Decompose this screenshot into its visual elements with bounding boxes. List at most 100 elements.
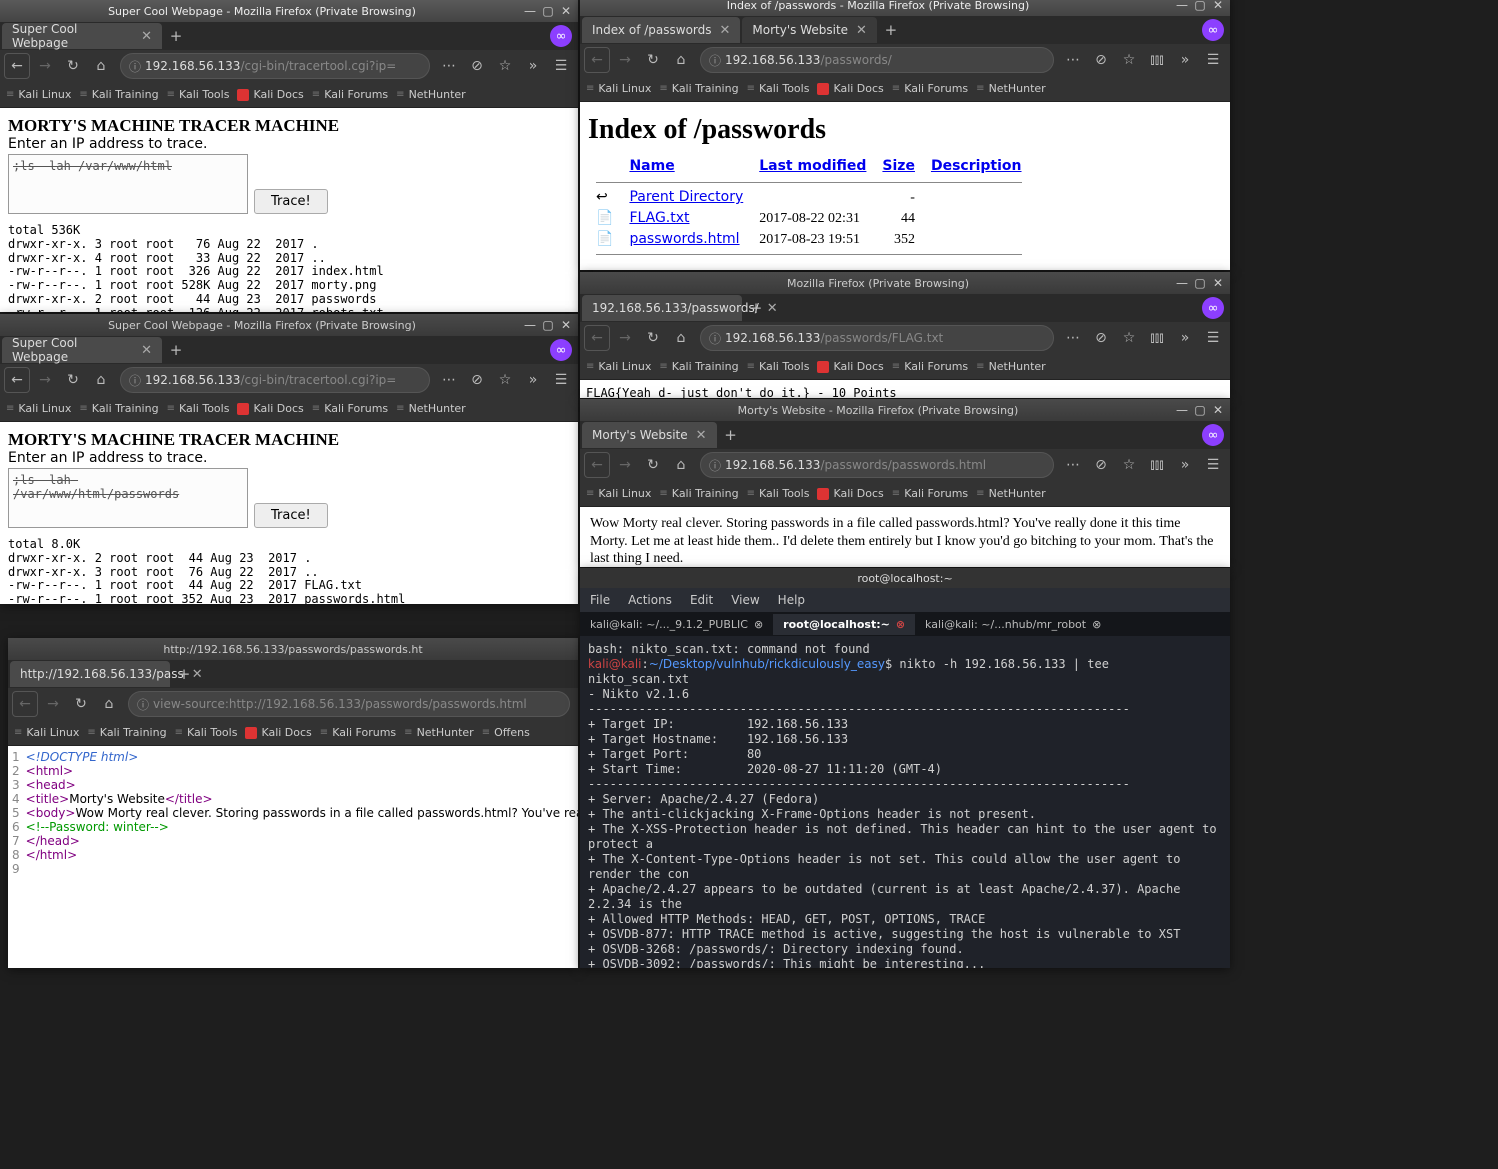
bookmark-item[interactable]: ≡Kali Forums — [892, 487, 968, 500]
bookmark-item[interactable]: Kali Docs — [237, 88, 303, 101]
back-button[interactable]: ← — [12, 691, 38, 717]
forward-button[interactable]: → — [612, 452, 638, 478]
bookmark-item[interactable]: ≡Kali Tools — [167, 402, 230, 415]
reload-button[interactable]: ↻ — [60, 367, 86, 393]
overflow-button[interactable]: » — [520, 367, 546, 393]
bookmark-item[interactable]: Kali Docs — [817, 487, 883, 500]
bookmark-item[interactable]: ≡NetHunter — [396, 88, 466, 101]
bookmark-item[interactable]: ≡Kali Forums — [312, 88, 388, 101]
bookmark-item[interactable]: ≡Kali Training — [79, 88, 158, 101]
home-button[interactable]: ⌂ — [96, 691, 122, 717]
bookmark-item[interactable]: Kali Docs — [237, 402, 303, 415]
forward-button[interactable]: → — [40, 691, 66, 717]
back-button[interactable]: ← — [584, 452, 610, 478]
url-bar[interactable]: ⓘ 192.168.56.133/cgi-bin/tracertool.cgi?… — [120, 53, 430, 79]
ip-input[interactable] — [8, 154, 248, 214]
reload-button[interactable]: ↻ — [640, 325, 666, 351]
tab-active[interactable]: http://192.168.56.133/pass✕ — [10, 661, 170, 687]
back-button[interactable]: ← — [584, 325, 610, 351]
new-tab-button[interactable]: + — [719, 423, 743, 447]
reload-button[interactable]: ↻ — [68, 691, 94, 717]
url-bar[interactable]: ⓘ 192.168.56.133/passwords/ — [700, 47, 1054, 73]
col-desc[interactable]: Description — [931, 158, 1022, 174]
menu-file[interactable]: File — [590, 593, 610, 607]
hamburger-menu-button[interactable]: ☰ — [1200, 325, 1226, 351]
maximize-button[interactable]: ▢ — [1192, 402, 1208, 418]
new-tab-button[interactable]: + — [164, 338, 188, 362]
menu-dots-icon[interactable]: ⋯ — [436, 53, 462, 79]
bookmark-item[interactable]: ≡Kali Linux — [6, 402, 71, 415]
bookmark-item[interactable]: ≡Kali Training — [659, 360, 738, 373]
bookmark-item[interactable]: ≡Offens — [482, 726, 530, 739]
titlebar[interactable]: Super Cool Webpage - Mozilla Firefox (Pr… — [0, 314, 578, 336]
bookmark-item[interactable]: ≡Kali Training — [79, 402, 158, 415]
col-size[interactable]: Size — [882, 158, 915, 174]
close-icon[interactable]: ✕ — [141, 343, 152, 358]
minimize-button[interactable]: — — [1174, 0, 1190, 13]
reload-button[interactable]: ↻ — [640, 47, 666, 73]
bookmark-star-icon[interactable]: ☆ — [1116, 47, 1142, 73]
bookmark-item[interactable]: ≡NetHunter — [404, 726, 474, 739]
hamburger-menu-button[interactable]: ☰ — [548, 53, 574, 79]
home-button[interactable]: ⌂ — [668, 325, 694, 351]
hamburger-menu-button[interactable]: ☰ — [548, 367, 574, 393]
bookmark-item[interactable]: ≡Kali Training — [87, 726, 166, 739]
file-link[interactable]: passwords.html — [629, 231, 739, 247]
close-icon[interactable]: ⊗ — [896, 618, 905, 631]
shield-icon[interactable]: ⊘ — [1088, 47, 1114, 73]
tab-morty[interactable]: Morty's Website✕ — [742, 17, 877, 43]
parent-dir-link[interactable]: Parent Directory — [629, 189, 743, 205]
library-icon[interactable]: ⫾⫾⫾ — [1144, 47, 1170, 73]
info-icon[interactable]: ⓘ — [129, 372, 141, 389]
close-icon[interactable]: ✕ — [856, 23, 867, 38]
minimize-button[interactable]: — — [1174, 402, 1190, 418]
home-button[interactable]: ⌂ — [668, 47, 694, 73]
info-icon[interactable]: ⓘ — [709, 330, 721, 347]
terminal-body[interactable]: bash: nikto_scan.txt: command not found … — [580, 636, 1230, 968]
titlebar[interactable]: Morty's Website - Mozilla Firefox (Priva… — [580, 399, 1230, 421]
forward-button[interactable]: → — [32, 367, 58, 393]
trace-button[interactable]: Trace! — [254, 189, 328, 214]
url-bar[interactable]: ⓘ view-source:http://192.168.56.133/pass… — [128, 691, 570, 717]
home-button[interactable]: ⌂ — [88, 53, 114, 79]
col-name[interactable]: Name — [629, 158, 674, 174]
bookmark-item[interactable]: ≡Kali Training — [659, 487, 738, 500]
close-icon[interactable]: ✕ — [767, 301, 778, 316]
forward-button[interactable]: → — [612, 47, 638, 73]
maximize-button[interactable]: ▢ — [540, 317, 556, 333]
file-link[interactable]: FLAG.txt — [629, 210, 689, 226]
close-icon[interactable]: ✕ — [696, 428, 707, 443]
bookmark-item[interactable]: ≡Kali Forums — [892, 360, 968, 373]
bookmark-item[interactable]: ≡NetHunter — [396, 402, 466, 415]
bookmark-item[interactable]: ≡Kali Linux — [586, 82, 651, 95]
ip-input[interactable] — [8, 468, 248, 528]
bookmark-item[interactable]: ≡Kali Linux — [586, 360, 651, 373]
menu-dots-icon[interactable]: ⋯ — [436, 367, 462, 393]
new-tab-button[interactable]: + — [744, 296, 768, 320]
tab-active[interactable]: 192.168.56.133/passwords/✕ — [582, 295, 742, 321]
tab-index[interactable]: Index of /passwords✕ — [582, 17, 740, 43]
forward-button[interactable]: → — [32, 53, 58, 79]
home-button[interactable]: ⌂ — [668, 452, 694, 478]
menu-help[interactable]: Help — [778, 593, 805, 607]
bookmark-item[interactable]: ≡Kali Tools — [167, 88, 230, 101]
home-button[interactable]: ⌂ — [88, 367, 114, 393]
col-modified[interactable]: Last modified — [759, 158, 866, 174]
tab-active[interactable]: Super Cool Webpage✕ — [2, 23, 162, 49]
shield-icon[interactable]: ⊘ — [464, 367, 490, 393]
bookmark-item[interactable]: ≡NetHunter — [976, 82, 1046, 95]
bookmark-item[interactable]: Kali Docs — [245, 726, 311, 739]
close-button[interactable]: ✕ — [1210, 275, 1226, 291]
close-button[interactable]: ✕ — [558, 3, 574, 19]
tab-active[interactable]: Super Cool Webpage✕ — [2, 337, 162, 363]
back-button[interactable]: ← — [584, 47, 610, 73]
bookmark-star-icon[interactable]: ☆ — [492, 53, 518, 79]
term-tab-2[interactable]: root@localhost:~⊗ — [773, 614, 915, 635]
maximize-button[interactable]: ▢ — [540, 3, 556, 19]
bookmark-item[interactable]: Kali Docs — [817, 360, 883, 373]
minimize-button[interactable]: — — [522, 317, 538, 333]
back-button[interactable]: ← — [4, 53, 30, 79]
minimize-button[interactable]: — — [1174, 275, 1190, 291]
hamburger-menu-button[interactable]: ☰ — [1200, 47, 1226, 73]
bookmark-item[interactable]: ≡NetHunter — [976, 360, 1046, 373]
